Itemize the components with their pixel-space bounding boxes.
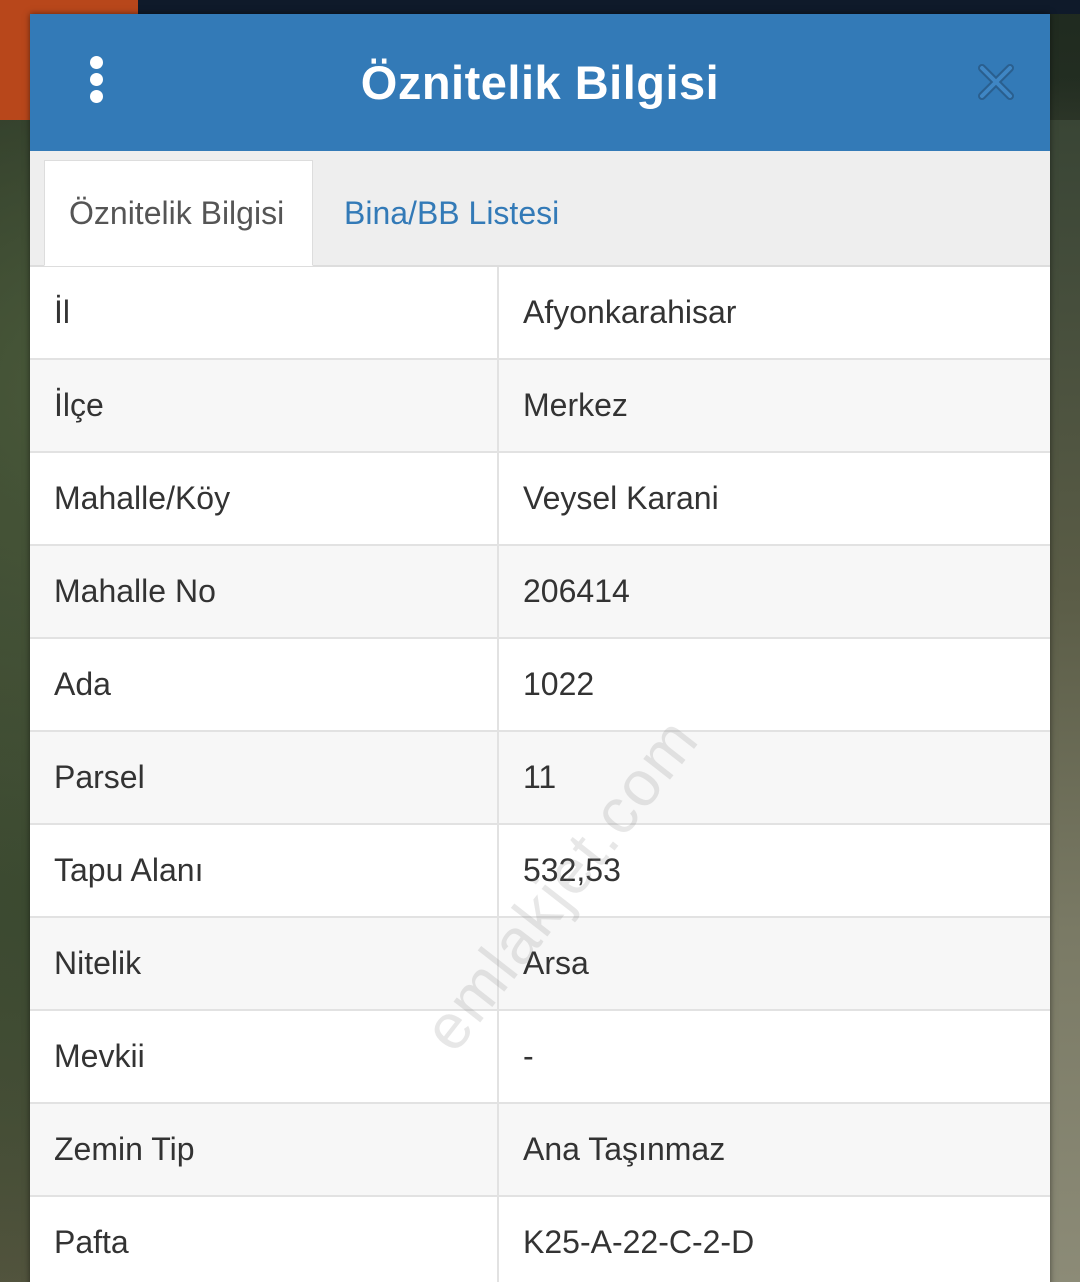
row-value: K25-A-22-C-2-D	[523, 1224, 755, 1260]
table-row: İl Afyonkarahisar	[30, 267, 1050, 360]
tab-building-list[interactable]: Bina/BB Listesi	[320, 160, 583, 266]
row-key: İlçe	[30, 360, 499, 451]
row-value: Veysel Karani	[523, 480, 719, 516]
row-key: Nitelik	[30, 918, 499, 1009]
row-value: 206414	[523, 573, 630, 609]
dialog-title: Öznitelik Bilgisi	[360, 56, 720, 109]
row-value: Arsa	[523, 945, 589, 981]
close-icon[interactable]	[976, 62, 1016, 102]
row-value: 11	[523, 759, 557, 795]
more-vertical-icon[interactable]	[82, 56, 110, 106]
map-edge	[1050, 120, 1080, 1282]
row-value: Ana Taşınmaz	[523, 1131, 726, 1167]
row-key: Mevkii	[30, 1011, 499, 1102]
row-value: Afyonkarahisar	[523, 294, 737, 330]
attribute-info-dialog: Öznitelik Bilgisi Öznitelik Bilgisi Bina…	[30, 14, 1050, 1282]
row-key: Zemin Tip	[30, 1104, 499, 1195]
row-key: İl	[30, 267, 499, 358]
tab-bar: Öznitelik Bilgisi Bina/BB Listesi	[30, 151, 1050, 267]
table-row: İlçe Merkez	[30, 360, 1050, 453]
row-key: Tapu Alanı	[30, 825, 499, 916]
table-row: Ada 1022	[30, 639, 1050, 732]
table-row: Mahalle/Köy Veysel Karani	[30, 453, 1050, 546]
row-value: -	[523, 1038, 534, 1074]
attribute-table: İl Afyonkarahisar İlçe Merkez Mahalle/Kö…	[30, 267, 1050, 1282]
row-value: 1022	[523, 666, 595, 702]
row-value: 532,53	[523, 852, 621, 888]
row-value: Merkez	[523, 387, 628, 423]
dialog-header: Öznitelik Bilgisi	[30, 14, 1050, 151]
row-key: Mahalle/Köy	[30, 453, 499, 544]
row-key: Ada	[30, 639, 499, 730]
row-key: Pafta	[30, 1197, 499, 1282]
table-row: Mevkii -	[30, 1011, 1050, 1104]
map-overlay-dark	[138, 0, 1080, 14]
table-row: Mahalle No 206414	[30, 546, 1050, 639]
tab-attribute-info[interactable]: Öznitelik Bilgisi	[44, 160, 313, 266]
table-row: Zemin Tip Ana Taşınmaz	[30, 1104, 1050, 1197]
row-key: Parsel	[30, 732, 499, 823]
table-row: Nitelik Arsa	[30, 918, 1050, 1011]
row-key: Mahalle No	[30, 546, 499, 637]
table-row: Pafta K25-A-22-C-2-D	[30, 1197, 1050, 1282]
table-row: Parsel 11	[30, 732, 1050, 825]
table-row: Tapu Alanı 532,53	[30, 825, 1050, 918]
